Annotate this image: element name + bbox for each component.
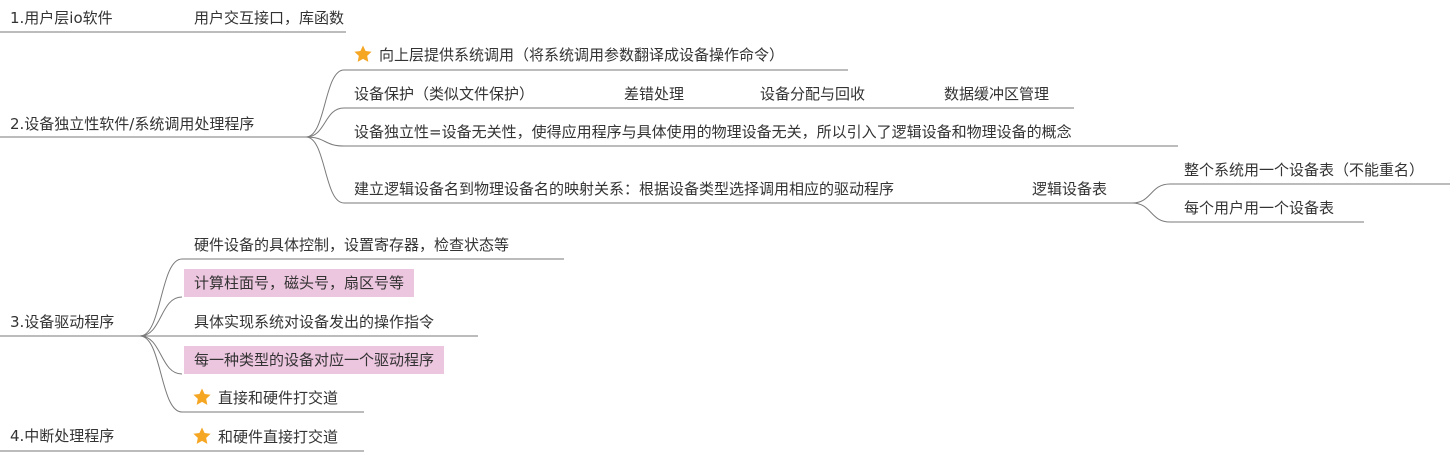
node-driver-per-type: 每一种类型的设备对应一个驱动程序 bbox=[184, 346, 445, 374]
node-hardware-direct-text: 直接和硬件打交道 bbox=[218, 389, 339, 407]
connector-3-5 bbox=[139, 335, 183, 413]
node-user-interface: 用户交互接口，库函数 bbox=[194, 9, 345, 27]
star-icon bbox=[193, 388, 211, 405]
branch-3-label: 3.设备驱动程序 bbox=[10, 313, 115, 331]
connector-2-4 bbox=[305, 136, 345, 204]
node-interrupt-hardware: 和硬件直接打交道 bbox=[192, 426, 338, 447]
node-mapping: 建立逻辑设备名到物理设备名的映射关系：根据设备类型选择调用相应的驱动程序 bbox=[354, 180, 895, 198]
connector-logic-2 bbox=[1131, 202, 1171, 223]
node-hardware-control: 硬件设备的具体控制，设置寄存器，检查状态等 bbox=[194, 236, 510, 254]
node-device-allocation: 设备分配与回收 bbox=[760, 85, 866, 103]
node-logical-device-table: 逻辑设备表 bbox=[1032, 180, 1108, 198]
connector-2-3 bbox=[305, 136, 345, 147]
node-syscall-interface: 向上层提供系统调用（将系统调用参数翻译成设备操作命令） bbox=[353, 44, 784, 65]
branch-4-label: 4.中断处理程序 bbox=[10, 427, 115, 445]
node-buffer-management: 数据缓冲区管理 bbox=[944, 85, 1050, 103]
connector-3-1 bbox=[139, 258, 183, 337]
node-interrupt-text: 和硬件直接打交道 bbox=[218, 428, 339, 446]
star-icon bbox=[354, 45, 372, 62]
node-syscall-text: 向上层提供系统调用（将系统调用参数翻译成设备操作命令） bbox=[379, 46, 785, 64]
node-operation-commands: 具体实现系统对设备发出的操作指令 bbox=[194, 313, 435, 331]
branch-2-label: 2.设备独立性软件/系统调用处理程序 bbox=[10, 115, 255, 133]
connector-3-2 bbox=[139, 296, 183, 337]
connector-logic-1 bbox=[1131, 183, 1171, 204]
node-cylinder-calc: 计算柱面号，磁头号，扇区号等 bbox=[184, 269, 415, 297]
connector-3-4 bbox=[139, 335, 183, 375]
node-error-handling: 差错处理 bbox=[624, 85, 685, 103]
node-hardware-direct: 直接和硬件打交道 bbox=[192, 387, 338, 408]
branch-1-label: 1.用户层io软件 bbox=[10, 9, 113, 27]
node-device-independence: 设备独立性=设备无关性，使得应用程序与具体使用的物理设备无关，所以引入了逻辑设备… bbox=[354, 123, 1072, 141]
star-icon bbox=[193, 427, 211, 444]
connector-2-2 bbox=[305, 107, 345, 138]
node-device-protection: 设备保护（类似文件保护） bbox=[354, 85, 535, 103]
connector-2-1 bbox=[305, 69, 345, 138]
node-user-table: 每个用户用一个设备表 bbox=[1184, 199, 1335, 217]
node-system-table: 整个系统用一个设备表（不能重名） bbox=[1184, 161, 1425, 179]
